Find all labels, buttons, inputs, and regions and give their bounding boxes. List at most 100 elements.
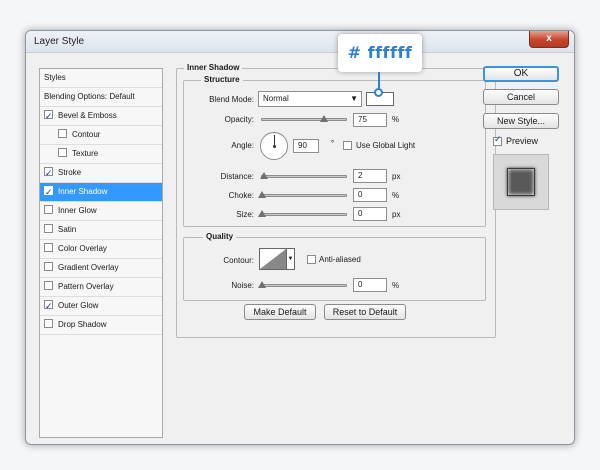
preview-label: Preview <box>506 136 539 146</box>
opacity-label: Opacity: <box>224 115 254 124</box>
close-button[interactable]: x <box>529 31 569 48</box>
style-item-label: Inner Shadow <box>58 187 108 196</box>
style-item-label: Gradient Overlay <box>58 263 119 272</box>
contour-curve-icon <box>260 249 286 269</box>
anti-aliased-checkbox[interactable] <box>307 255 316 264</box>
anti-aliased-label: Anti-aliased <box>319 255 361 264</box>
style-item-drop-shadow[interactable]: Drop Shadow <box>40 316 162 335</box>
angle-dial[interactable] <box>260 132 288 160</box>
size-unit: px <box>392 210 401 219</box>
noise-slider[interactable] <box>261 284 347 287</box>
noise-label: Noise: <box>231 281 254 290</box>
style-item-satin[interactable]: Satin <box>40 221 162 240</box>
choke-unit: % <box>392 191 400 200</box>
opacity-slider-thumb[interactable] <box>320 115 328 122</box>
distance-unit: px <box>392 172 401 181</box>
inner-glow-checkbox[interactable] <box>44 205 53 215</box>
callout-pointer-dot <box>374 88 383 97</box>
pattern-overlay-checkbox[interactable] <box>44 281 53 291</box>
style-item-stroke[interactable]: Stroke <box>40 164 162 183</box>
choke-label: Choke: <box>228 191 254 200</box>
distance-input[interactable]: 2 <box>353 169 387 183</box>
opacity-unit: % <box>392 115 400 124</box>
choke-slider-thumb[interactable] <box>258 191 266 198</box>
contour-dropdown[interactable]: ▼ <box>287 248 295 270</box>
style-item-outer-glow[interactable]: Outer Glow <box>40 297 162 316</box>
angle-unit: ° <box>331 139 335 148</box>
contour-label: Contour: <box>223 256 254 265</box>
style-item-bevel-emboss[interactable]: Bevel & Emboss <box>40 107 162 126</box>
size-slider-thumb[interactable] <box>258 210 266 217</box>
use-global-light-label: Use Global Light <box>356 141 416 150</box>
style-item-texture[interactable]: Texture <box>40 145 162 164</box>
color-callout: # ffffff <box>338 34 422 72</box>
color-overlay-checkbox[interactable] <box>44 243 53 253</box>
drop-shadow-checkbox[interactable] <box>44 319 53 329</box>
noise-unit: % <box>392 281 400 290</box>
quality-title: Quality <box>203 232 237 241</box>
gradient-overlay-checkbox[interactable] <box>44 262 53 272</box>
contour-checkbox[interactable] <box>58 129 67 139</box>
chevron-down-icon: ▼ <box>350 94 358 103</box>
styles-list: Styles Blending Options: Default Bevel &… <box>39 68 163 438</box>
style-item-gradient-overlay[interactable]: Gradient Overlay <box>40 259 162 278</box>
choke-slider[interactable] <box>261 194 347 197</box>
stroke-checkbox[interactable] <box>44 164 53 182</box>
blend-mode-value: Normal <box>263 94 289 103</box>
style-item-label: Contour <box>72 130 101 139</box>
opacity-input[interactable]: 75 <box>353 113 387 127</box>
bevel-emboss-checkbox[interactable] <box>44 107 53 125</box>
style-item-inner-glow[interactable]: Inner Glow <box>40 202 162 221</box>
angle-input[interactable]: 90 <box>293 139 319 153</box>
reset-to-default-button[interactable]: Reset to Default <box>324 304 406 320</box>
distance-slider-thumb[interactable] <box>260 172 268 179</box>
new-style-button[interactable]: New Style... <box>483 113 559 129</box>
size-slider[interactable] <box>261 213 347 216</box>
style-item-inner-shadow[interactable]: Inner Shadow <box>40 183 162 202</box>
cancel-button[interactable]: Cancel <box>483 89 559 105</box>
distance-slider[interactable] <box>261 175 347 178</box>
size-label: Size: <box>236 210 254 219</box>
texture-checkbox[interactable] <box>58 148 67 158</box>
styles-header[interactable]: Styles <box>40 69 162 88</box>
layer-style-dialog: Layer Style x Styles Blending Options: D… <box>25 30 575 445</box>
style-item-label: Satin <box>58 225 77 234</box>
title-bar[interactable]: Layer Style x <box>26 31 574 53</box>
style-item-label: Drop Shadow <box>58 320 107 329</box>
style-item-label: Color Overlay <box>58 244 107 253</box>
style-preview <box>493 154 549 210</box>
style-item-label: Outer Glow <box>58 301 99 310</box>
style-item-contour[interactable]: Contour <box>40 126 162 145</box>
section-title: Inner Shadow <box>184 63 243 72</box>
make-default-button[interactable]: Make Default <box>244 304 316 320</box>
noise-slider-thumb[interactable] <box>258 281 266 288</box>
opacity-slider[interactable] <box>261 118 347 121</box>
blend-mode-label: Blend Mode: <box>209 95 254 104</box>
distance-label: Distance: <box>220 172 254 181</box>
angle-label: Angle: <box>231 141 254 150</box>
size-input[interactable]: 0 <box>353 207 387 221</box>
style-item-color-overlay[interactable]: Color Overlay <box>40 240 162 259</box>
use-global-light-checkbox[interactable] <box>343 141 352 150</box>
style-item-label: Pattern Overlay <box>58 282 114 291</box>
noise-input[interactable]: 0 <box>353 278 387 292</box>
preview-checkbox[interactable] <box>493 134 502 146</box>
style-item-label: Bevel & Emboss <box>58 111 117 120</box>
style-item-label: Stroke <box>58 168 82 177</box>
blending-options-item[interactable]: Blending Options: Default <box>40 88 162 107</box>
outer-glow-checkbox[interactable] <box>44 297 53 315</box>
dialog-title: Layer Style <box>34 36 85 47</box>
satin-checkbox[interactable] <box>44 224 53 234</box>
style-item-pattern-overlay[interactable]: Pattern Overlay <box>40 278 162 297</box>
preview-swatch <box>507 168 535 196</box>
chevron-down-icon: ▼ <box>287 256 294 262</box>
quality-group <box>183 237 486 301</box>
structure-title: Structure <box>201 75 243 84</box>
ok-button[interactable]: OK <box>483 66 559 82</box>
inner-shadow-checkbox[interactable] <box>44 183 53 201</box>
blend-mode-select[interactable]: Normal ▼ <box>258 91 362 107</box>
contour-picker[interactable] <box>259 248 287 270</box>
choke-input[interactable]: 0 <box>353 188 387 202</box>
style-item-label: Texture <box>72 149 99 158</box>
style-item-label: Inner Glow <box>58 206 97 215</box>
